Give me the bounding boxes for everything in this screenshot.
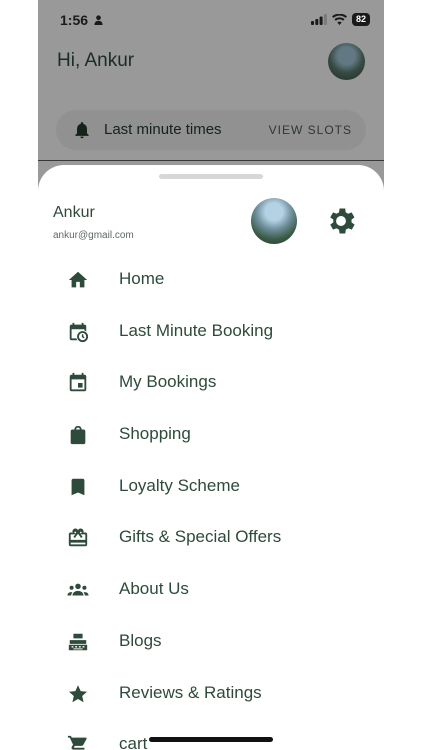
gear-icon[interactable] bbox=[324, 204, 358, 238]
status-time: 1:56 bbox=[60, 12, 89, 28]
menu-item-my-bookings[interactable]: My Bookings bbox=[38, 357, 384, 409]
navigation-drawer: Ankur ankur@gmail.com Home Last Minute B… bbox=[38, 165, 384, 750]
menu-item-label: About Us bbox=[119, 579, 189, 599]
user-email: ankur@gmail.com bbox=[53, 230, 134, 241]
signal-icon bbox=[310, 14, 327, 25]
calendar-clock-icon bbox=[67, 321, 89, 343]
menu-item-label: Gifts & Special Offers bbox=[119, 527, 282, 547]
menu-item-about-us[interactable]: About Us bbox=[38, 564, 384, 616]
battery-indicator: 82 bbox=[351, 13, 370, 26]
menu-item-loyalty-scheme[interactable]: Loyalty Scheme bbox=[38, 461, 384, 513]
menu-item-reviews-ratings[interactable]: Reviews & Ratings bbox=[38, 668, 384, 720]
star-icon bbox=[67, 683, 89, 705]
menu-item-blogs[interactable]: Blogs bbox=[38, 616, 384, 668]
menu-item-cart[interactable]: cart bbox=[38, 719, 384, 750]
cart-icon bbox=[67, 734, 89, 750]
person-icon bbox=[94, 15, 103, 25]
group-icon bbox=[67, 579, 89, 601]
menu-item-home[interactable]: Home bbox=[38, 254, 384, 306]
shopping-bag-icon bbox=[67, 424, 89, 446]
avatar[interactable] bbox=[251, 198, 297, 244]
menu-item-label: Blogs bbox=[119, 630, 162, 650]
menu-item-label: Last Minute Booking bbox=[119, 320, 274, 340]
drawer-menu: Home Last Minute Booking My Bookings Sho… bbox=[38, 254, 384, 750]
menu-item-label: My Bookings bbox=[119, 372, 217, 392]
menu-item-label: Home bbox=[119, 269, 165, 288]
menu-item-last-minute-booking[interactable]: Last Minute Booking bbox=[38, 306, 384, 358]
home-indicator[interactable] bbox=[149, 737, 273, 742]
home-icon bbox=[67, 269, 89, 291]
status-bar: 1:56 82 bbox=[38, 0, 384, 42]
menu-item-gifts-special-offers[interactable]: Gifts & Special Offers bbox=[38, 512, 384, 564]
menu-item-label: Reviews & Ratings bbox=[119, 682, 262, 702]
menu-item-label: Loyalty Scheme bbox=[119, 475, 240, 495]
menu-item-label: cart bbox=[119, 734, 148, 750]
menu-item-label: Shopping bbox=[119, 424, 191, 444]
menu-item-shopping[interactable]: Shopping bbox=[38, 409, 384, 461]
typewriter-icon bbox=[67, 631, 89, 653]
bookmark-icon bbox=[67, 476, 89, 498]
user-name: Ankur bbox=[53, 204, 95, 221]
drag-handle[interactable] bbox=[159, 174, 263, 179]
wifi-icon bbox=[331, 14, 347, 25]
phone-screen: Hi, Ankur Last minute times VIEW SLOTS 1… bbox=[38, 0, 384, 750]
calendar-icon bbox=[67, 372, 89, 394]
gift-card-icon bbox=[67, 527, 89, 549]
